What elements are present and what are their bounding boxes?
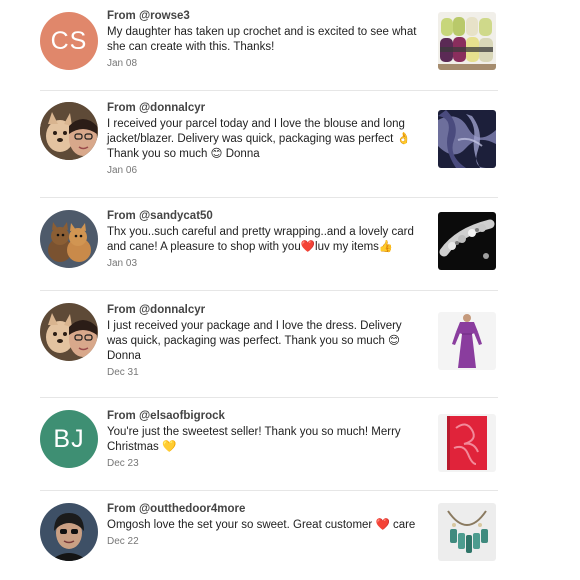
- avatar[interactable]: CS: [40, 12, 98, 70]
- review-date: Dec 22: [107, 536, 139, 547]
- from-prefix: From: [107, 210, 139, 222]
- review-author: From @outthedoor4more: [107, 502, 425, 516]
- item-thumbnail-card[interactable]: [438, 414, 496, 472]
- item-thumbnail-blouse[interactable]: [438, 110, 496, 168]
- review-item: CS From @rowse3 My daughter has taken up…: [40, 0, 498, 91]
- from-prefix: From: [107, 503, 139, 515]
- review-item: From @donnalcyr I just received your pac…: [40, 291, 498, 398]
- item-thumbnail-necklace[interactable]: [438, 503, 496, 561]
- review-date: Jan 03: [107, 258, 138, 269]
- avatar[interactable]: [40, 210, 98, 268]
- review-date: Jan 06: [107, 165, 138, 176]
- review-text: You're just the sweetest seller! Thank y…: [107, 426, 401, 453]
- review-text: I received your parcel today and I love …: [107, 118, 411, 160]
- avatar-initials: CS: [50, 26, 88, 55]
- avatar-photo-dog-woman: [40, 303, 98, 361]
- author-handle-link[interactable]: @donnalcyr: [139, 304, 205, 316]
- review-text: I just received your package and I love …: [107, 320, 402, 362]
- review-author: From @donnalcyr: [107, 303, 425, 317]
- item-thumbnail-dress[interactable]: [438, 312, 496, 370]
- item-thumbnail-yarn[interactable]: [438, 12, 496, 70]
- avatar-photo-cats: [40, 210, 98, 268]
- review-item: BJ From @elsaofbigrock You're just the s…: [40, 398, 498, 491]
- from-prefix: From: [107, 304, 139, 316]
- avatar[interactable]: BJ: [40, 410, 98, 468]
- author-handle-link[interactable]: @donnalcyr: [139, 102, 205, 114]
- avatar-photo-woman: [40, 503, 98, 561]
- author-handle-link[interactable]: @elsaofbigrock: [139, 410, 225, 422]
- reviews-feed: CS From @rowse3 My daughter has taken up…: [0, 0, 580, 580]
- review-author: From @rowse3: [107, 9, 425, 23]
- from-prefix: From: [107, 410, 139, 422]
- review-author: From @elsaofbigrock: [107, 409, 425, 423]
- review-item: From @sandycat50 Thx you..such careful a…: [40, 198, 498, 291]
- review-author: From @donnalcyr: [107, 101, 425, 115]
- author-handle-link[interactable]: @outthedoor4more: [139, 503, 245, 515]
- avatar-photo-dog-woman: [40, 102, 98, 160]
- review-text: Thx you..such careful and pretty wrappin…: [107, 226, 414, 253]
- review-date: Dec 23: [107, 458, 139, 469]
- review-author: From @sandycat50: [107, 209, 425, 223]
- author-handle-link[interactable]: @sandycat50: [139, 210, 213, 222]
- from-prefix: From: [107, 10, 139, 22]
- avatar[interactable]: [40, 102, 98, 160]
- review-item: From @outthedoor4more Omgosh love the se…: [40, 491, 498, 580]
- avatar[interactable]: [40, 503, 98, 561]
- review-text: Omgosh love the set your so sweet. Great…: [107, 519, 416, 531]
- avatar[interactable]: [40, 303, 98, 361]
- review-date: Jan 08: [107, 58, 138, 69]
- review-date: Dec 31: [107, 367, 139, 378]
- review-item: From @donnalcyr I received your parcel t…: [40, 91, 498, 198]
- item-thumbnail-brooch[interactable]: [438, 212, 496, 270]
- avatar-initials: BJ: [53, 424, 85, 453]
- review-text: My daughter has taken up crochet and is …: [107, 26, 417, 53]
- author-handle-link[interactable]: @rowse3: [139, 10, 190, 22]
- from-prefix: From: [107, 102, 139, 114]
